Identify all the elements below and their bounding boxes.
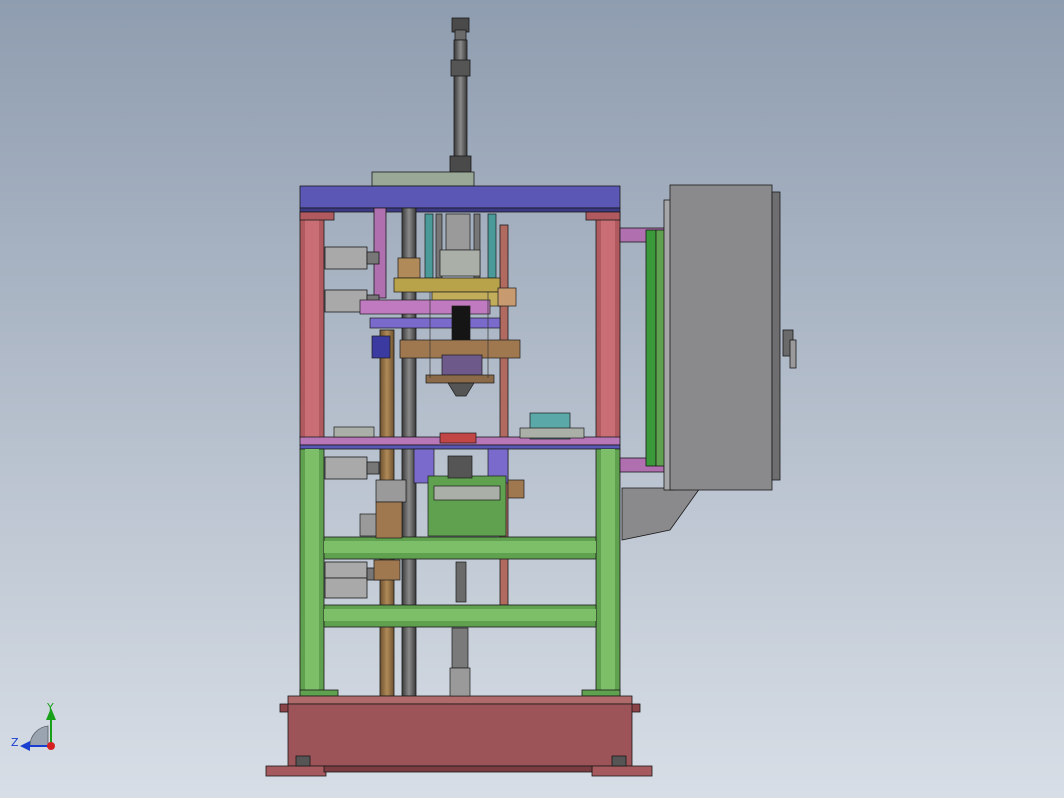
lower-cylinders: [449, 561, 471, 697]
z-axis-arrowhead: [20, 741, 30, 751]
orientation-triad: Y Z: [11, 701, 56, 751]
z-axis-label: Z: [11, 736, 19, 749]
cad-viewport[interactable]: Y Z: [0, 0, 1064, 798]
machine-assembly-model[interactable]: Y Z: [0, 0, 1064, 798]
x-axis-point: [47, 742, 55, 750]
top-plate: [299, 185, 621, 213]
control-cabinet: [619, 184, 797, 541]
machine-base: [265, 695, 653, 777]
y-axis-label: Y: [46, 701, 54, 714]
triad-shade: [29, 725, 49, 747]
top-cylinder: [371, 17, 475, 187]
